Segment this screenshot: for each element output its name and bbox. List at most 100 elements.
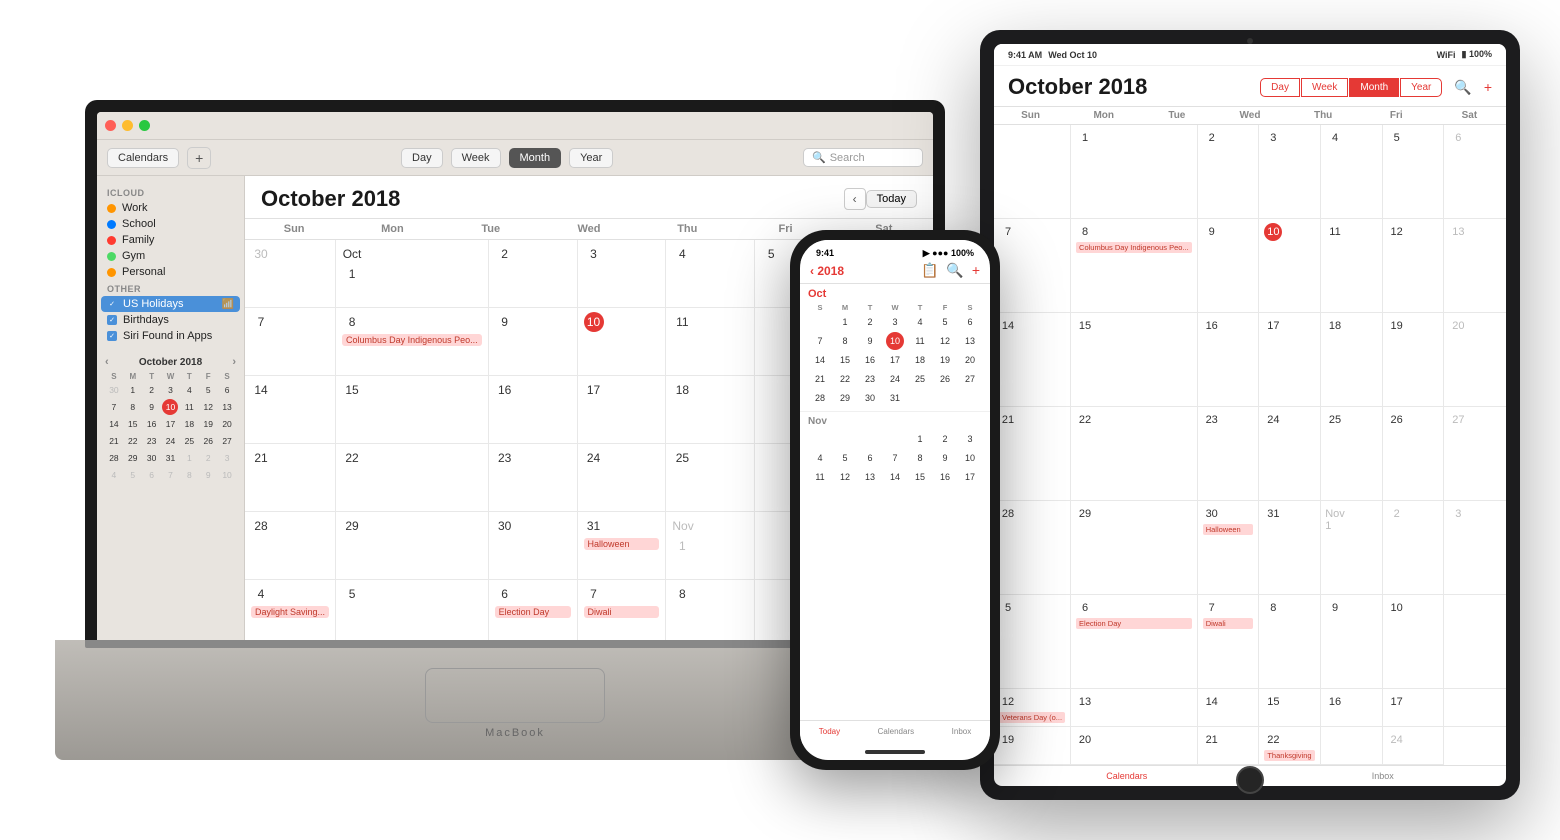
iphone-tab-inbox[interactable]: Inbox xyxy=(952,727,972,736)
list-item[interactable]: Diwali xyxy=(1203,618,1254,629)
list-item[interactable]: Election Day xyxy=(495,606,571,618)
table-row[interactable]: 24 xyxy=(1383,727,1445,765)
mac-cal-today[interactable]: Today xyxy=(866,190,917,208)
sidebar-item-birthdays[interactable]: Birthdays xyxy=(97,312,244,328)
table-row[interactable]: 7 xyxy=(994,219,1071,313)
table-row[interactable]: 16 xyxy=(1321,689,1383,727)
table-row[interactable]: 10 xyxy=(578,308,667,376)
iphone-add-icon[interactable]: + xyxy=(972,262,980,279)
table-row[interactable]: 26 xyxy=(1383,407,1445,501)
table-row[interactable]: Oct 1 xyxy=(336,240,489,308)
table-row[interactable]: 2 xyxy=(1383,501,1445,595)
table-row[interactable]: 16 xyxy=(489,376,578,444)
table-row[interactable]: 9 xyxy=(1321,595,1383,689)
sidebar-item-us-holidays[interactable]: US Holidays 📶 xyxy=(101,296,240,312)
mini-cal-next[interactable]: › xyxy=(232,356,236,368)
table-row[interactable]: 12 Veterans Day (o... xyxy=(994,689,1071,727)
table-row[interactable] xyxy=(1444,689,1506,727)
ipad-day-btn[interactable]: Day xyxy=(1260,78,1300,97)
table-row[interactable]: 30 xyxy=(489,512,578,580)
table-row[interactable]: 6 Election Day xyxy=(489,580,578,648)
table-row[interactable]: 30 xyxy=(245,240,336,308)
ipad-week-btn[interactable]: Week xyxy=(1301,78,1348,97)
list-item[interactable]: Veterans Day (o... xyxy=(999,712,1065,723)
table-row[interactable]: 21 xyxy=(994,407,1071,501)
table-row[interactable] xyxy=(1444,595,1506,689)
sidebar-item-work[interactable]: Work xyxy=(97,200,244,216)
table-row[interactable]: 22 xyxy=(1071,407,1198,501)
table-row[interactable]: 15 xyxy=(336,376,489,444)
table-row[interactable]: 15 xyxy=(1259,689,1321,727)
table-row[interactable]: 30 Halloween xyxy=(1198,501,1260,595)
table-row[interactable]: 10 xyxy=(1259,219,1321,313)
table-row[interactable]: 23 xyxy=(1198,407,1260,501)
mac-cal-prev[interactable]: ‹ xyxy=(844,188,866,210)
month-view-button[interactable]: Month xyxy=(509,148,562,168)
year-view-button[interactable]: Year xyxy=(569,148,613,168)
search-bar[interactable]: 🔍 Search xyxy=(803,148,923,167)
table-row[interactable]: 12 xyxy=(1383,219,1445,313)
table-row[interactable]: 17 xyxy=(578,376,667,444)
table-row[interactable]: 24 xyxy=(1259,407,1321,501)
table-row[interactable]: 4 xyxy=(666,240,755,308)
table-row[interactable]: 4 xyxy=(1321,125,1383,219)
table-row[interactable]: 3 xyxy=(578,240,667,308)
day-view-button[interactable]: Day xyxy=(401,148,443,168)
calendars-button[interactable]: Calendars xyxy=(107,148,179,168)
list-item[interactable]: Halloween xyxy=(1203,524,1254,535)
table-row[interactable]: 14 xyxy=(245,376,336,444)
table-row[interactable]: 17 xyxy=(1259,313,1321,407)
table-row[interactable]: 25 xyxy=(666,444,755,512)
iphone-tab-calendars[interactable]: Calendars xyxy=(878,727,914,736)
table-row[interactable]: 14 xyxy=(1198,689,1260,727)
table-row[interactable]: 19 xyxy=(1383,313,1445,407)
table-row[interactable]: 9 xyxy=(489,308,578,376)
table-row[interactable]: 4 Daylight Saving... xyxy=(245,580,336,648)
table-row[interactable]: 1 xyxy=(1071,125,1198,219)
iphone-year-label[interactable]: ‹ 2018 xyxy=(810,264,921,278)
table-row[interactable] xyxy=(994,125,1071,219)
list-item[interactable]: Columbus Day Indigenous Peo... xyxy=(342,334,482,346)
table-row[interactable]: 3 xyxy=(1259,125,1321,219)
macbook-trackpad[interactable] xyxy=(425,668,605,723)
table-row[interactable]: 15 xyxy=(1071,313,1198,407)
list-item[interactable]: Election Day xyxy=(1076,618,1192,629)
table-row[interactable]: 8 Columbus Day Indigenous Peo... xyxy=(336,308,489,376)
list-item[interactable]: Thanksgiving xyxy=(1264,750,1315,761)
list-item[interactable]: Halloween xyxy=(584,538,660,550)
table-row[interactable]: 28 xyxy=(245,512,336,580)
table-row[interactable]: 22 Thanksgiving xyxy=(1259,727,1321,765)
table-row[interactable]: 10 xyxy=(1383,595,1445,689)
ipad-home-button[interactable] xyxy=(1236,766,1264,794)
table-row[interactable]: 17 xyxy=(1383,689,1445,727)
table-row[interactable]: 29 xyxy=(336,512,489,580)
table-row[interactable]: 21 xyxy=(1198,727,1260,765)
table-row[interactable]: 14 xyxy=(994,313,1071,407)
table-row[interactable]: 11 xyxy=(1321,219,1383,313)
table-row[interactable]: 24 xyxy=(578,444,667,512)
week-view-button[interactable]: Week xyxy=(451,148,501,168)
table-row[interactable]: 8 Columbus Day Indigenous Peo... xyxy=(1071,219,1198,313)
ipad-tab-inbox[interactable]: Inbox xyxy=(1372,771,1394,781)
sidebar-item-gym[interactable]: Gym xyxy=(97,248,244,264)
table-row[interactable]: 18 xyxy=(1321,313,1383,407)
table-row[interactable]: 5 xyxy=(1383,125,1445,219)
table-row[interactable]: 20 xyxy=(1071,727,1198,765)
table-row[interactable]: 2 xyxy=(1198,125,1260,219)
table-row[interactable]: 31 xyxy=(1259,501,1321,595)
table-row[interactable] xyxy=(1321,727,1383,765)
iphone-tab-today[interactable]: Today xyxy=(819,727,840,736)
table-row[interactable]: 29 xyxy=(1071,501,1198,595)
ipad-tab-calendars[interactable]: Calendars xyxy=(1106,771,1147,781)
iphone-search-icon[interactable]: 🔍 xyxy=(946,262,963,279)
ipad-add-icon[interactable]: + xyxy=(1484,79,1492,96)
table-row[interactable]: 6 xyxy=(1444,125,1506,219)
table-row[interactable]: 7 Diwali xyxy=(1198,595,1260,689)
list-item[interactable]: Columbus Day Indigenous Peo... xyxy=(1076,242,1192,253)
ipad-search-icon[interactable]: 🔍 xyxy=(1454,79,1471,96)
table-row[interactable]: 19 xyxy=(994,727,1071,765)
minimize-dot[interactable] xyxy=(122,120,133,131)
table-row[interactable]: 8 xyxy=(666,580,755,648)
sidebar-item-personal[interactable]: Personal xyxy=(97,264,244,280)
mini-cal-prev[interactable]: ‹ xyxy=(105,356,109,368)
